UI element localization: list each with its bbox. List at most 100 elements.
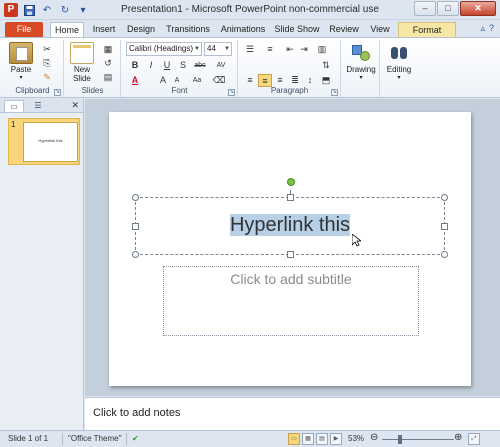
status-bar: Slide 1 of 1 "Office Theme" ✔ ▭ ▦ ▤ ▶ 53… xyxy=(0,430,500,447)
increase-indent-icon[interactable]: ⇥ xyxy=(297,43,311,56)
columns-icon[interactable]: ▥ xyxy=(315,43,329,56)
notes-placeholder[interactable]: Click to add notes xyxy=(93,407,180,419)
group-editing: Editing ▾ xyxy=(381,40,417,97)
slide-canvas[interactable]: Hyperlink this Click to add subtitle xyxy=(109,112,471,386)
chevron-down-icon: ▾ xyxy=(359,75,363,81)
slide-thumbnail-1[interactable]: 1 Hyperlink this xyxy=(8,118,80,165)
font-group-label: Font xyxy=(171,86,188,95)
resize-handle-tl[interactable] xyxy=(132,194,139,201)
spell-check-icon[interactable]: ✔ xyxy=(132,434,139,443)
resize-handle-tr[interactable] xyxy=(441,194,448,201)
slide-sorter-icon[interactable]: ▦ xyxy=(302,433,314,445)
window-controls: – □ ✕ xyxy=(414,1,496,16)
minimize-button[interactable]: – xyxy=(414,1,436,16)
selected-text[interactable]: Hyperlink this xyxy=(229,214,351,236)
format-painter-icon[interactable]: ✎ xyxy=(40,71,54,84)
zoom-slider[interactable] xyxy=(382,439,454,440)
tab-review[interactable]: Review xyxy=(326,22,362,37)
text-direction-icon[interactable]: ⇅ xyxy=(319,59,333,72)
underline-button[interactable]: U xyxy=(160,59,174,72)
tab-insert[interactable]: Insert xyxy=(88,22,120,37)
pane-tabs: ▭ ☰ ✕ xyxy=(0,99,83,113)
help-icon[interactable]: ? xyxy=(489,23,494,34)
zoom-in-icon[interactable]: ⊕ xyxy=(454,432,462,443)
chevron-down-icon: ▾ xyxy=(397,75,401,81)
resize-handle-br[interactable] xyxy=(441,251,448,258)
subtitle-placeholder[interactable]: Click to add subtitle xyxy=(163,266,419,336)
cut-icon[interactable]: ✂ xyxy=(40,43,54,56)
zoom-level[interactable]: 53% xyxy=(348,434,364,443)
slide-thumbnail-title: Hyperlink this xyxy=(38,138,63,143)
paste-button[interactable]: Paste ▾ xyxy=(6,42,36,81)
bullets-icon[interactable]: ☰ xyxy=(243,43,257,56)
binoculars-icon xyxy=(387,42,411,64)
group-drawing: Drawing ▾ xyxy=(342,40,380,97)
editing-button[interactable]: Editing ▾ xyxy=(383,42,415,81)
zoom-out-icon[interactable]: ⊖ xyxy=(370,432,378,443)
notes-pane[interactable]: Click to add notes xyxy=(85,397,500,430)
group-slides: New Slide ▦ ↺ ▤ Slides xyxy=(65,40,121,97)
new-slide-button[interactable]: New Slide xyxy=(67,42,97,83)
tab-format[interactable]: Format xyxy=(398,22,456,37)
tab-animations[interactable]: Animations xyxy=(218,22,268,37)
rotation-handle[interactable] xyxy=(287,178,295,186)
tab-slide-show[interactable]: Slide Show xyxy=(272,22,322,37)
italic-button[interactable]: I xyxy=(144,59,158,72)
group-paragraph: ☰ ≡ ⇤ ⇥ ▥ ⇅ ≡ ≡ ≡ ≣ ↕ ⬒ Paragraph ↘ xyxy=(239,40,341,97)
maximize-button[interactable]: □ xyxy=(437,1,459,16)
section-icon[interactable]: ▤ xyxy=(101,71,115,84)
tab-file[interactable]: File xyxy=(5,22,43,37)
copy-icon[interactable]: ⎘ xyxy=(40,57,54,70)
drawing-label: Drawing xyxy=(346,65,376,74)
fit-to-window-icon[interactable]: ⤢ xyxy=(468,433,480,445)
tab-design[interactable]: Design xyxy=(124,22,158,37)
numbering-icon[interactable]: ≡ xyxy=(263,43,277,56)
new-slide-icon xyxy=(70,42,94,64)
slide-counter: Slide 1 of 1 xyxy=(8,434,49,443)
font-name-combo[interactable]: Calibri (Headings) ▼ xyxy=(126,42,202,56)
zoom-slider-thumb[interactable] xyxy=(398,435,402,444)
slides-tab-icon[interactable]: ▭ xyxy=(4,100,24,112)
clipboard-dialog-launcher[interactable]: ↘ xyxy=(54,89,61,96)
resize-handle-t[interactable] xyxy=(287,194,294,201)
bold-button[interactable]: B xyxy=(128,59,142,72)
shapes-icon xyxy=(349,42,373,64)
reading-view-icon[interactable]: ▤ xyxy=(316,433,328,445)
text-shadow-button[interactable]: S xyxy=(176,59,190,72)
tab-transitions[interactable]: Transitions xyxy=(162,22,214,37)
tab-home[interactable]: Home xyxy=(50,22,84,37)
close-button[interactable]: ✕ xyxy=(460,1,496,16)
status-separator xyxy=(62,433,63,445)
subtitle-placeholder-text[interactable]: Click to add subtitle xyxy=(164,271,418,287)
drawing-button[interactable]: Drawing ▾ xyxy=(344,42,378,81)
ribbon-home: Paste ▾ ✂ ⎘ ✎ Clipboard ↘ New Slide ▦ ↺ … xyxy=(0,37,500,98)
slide-title-text[interactable]: Hyperlink this xyxy=(136,214,444,237)
paste-icon xyxy=(9,42,33,64)
chevron-down-icon: ▼ xyxy=(224,46,230,52)
font-size-combo[interactable]: 44 ▼ xyxy=(204,42,232,56)
paste-label: Paste xyxy=(10,65,32,74)
new-slide-label-1: New xyxy=(73,65,90,74)
chevron-down-icon: ▾ xyxy=(19,75,23,81)
theme-name[interactable]: "Office Theme" xyxy=(68,434,121,443)
resize-handle-b[interactable] xyxy=(287,251,294,258)
decrease-indent-icon[interactable]: ⇤ xyxy=(283,43,297,56)
resize-handle-bl[interactable] xyxy=(132,251,139,258)
strikethrough-button[interactable]: abc xyxy=(190,59,210,72)
character-spacing-button[interactable]: AV xyxy=(212,59,230,72)
powerpoint-window: P ↶ ↻ ▾ Presentation1 - Microsoft PowerP… xyxy=(0,0,500,447)
font-name-value: Calibri (Headings) xyxy=(129,44,194,53)
font-dialog-launcher[interactable]: ↘ xyxy=(228,89,235,96)
outline-tab-icon[interactable]: ☰ xyxy=(28,100,48,112)
tab-view[interactable]: View xyxy=(366,22,394,37)
slide-show-icon[interactable]: ▶ xyxy=(330,433,342,445)
title-placeholder[interactable]: Hyperlink this xyxy=(132,178,448,258)
paragraph-dialog-launcher[interactable]: ↘ xyxy=(331,89,338,96)
close-pane-icon[interactable]: ✕ xyxy=(71,100,79,111)
font-size-value: 44 xyxy=(207,44,216,53)
reset-icon[interactable]: ↺ xyxy=(101,57,115,70)
status-separator xyxy=(126,433,127,445)
layout-icon[interactable]: ▦ xyxy=(101,43,115,56)
normal-view-icon[interactable]: ▭ xyxy=(288,433,300,445)
minimize-ribbon-icon[interactable]: ▵ xyxy=(480,23,485,34)
